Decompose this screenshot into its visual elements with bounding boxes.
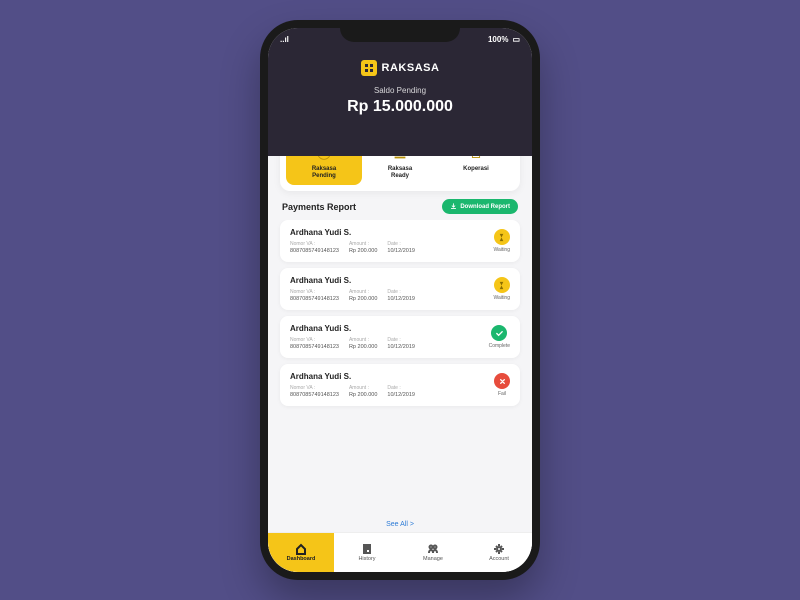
svg-text:P: P xyxy=(322,156,327,158)
report-header: Payments Report Download Report xyxy=(268,199,532,220)
notch xyxy=(340,20,460,42)
waiting-icon xyxy=(494,229,510,245)
amount-value: Rp 200.000 xyxy=(349,296,377,302)
transaction-card[interactable]: Ardhana Yudi S. Nomor VA :808708574914812… xyxy=(280,268,520,310)
fail-icon xyxy=(494,373,510,389)
va-value: 8087085749148123 xyxy=(290,248,339,254)
receipt-icon xyxy=(361,543,373,555)
report-title: Payments Report xyxy=(282,202,356,212)
status-label: Fail xyxy=(498,391,506,397)
amount-label: Amount : xyxy=(349,289,377,295)
amount-value: Rp 200.000 xyxy=(349,344,377,350)
transaction-card[interactable]: Ardhana Yudi S. Nomor VA :808708574914812… xyxy=(280,220,520,262)
logo-icon xyxy=(361,60,377,76)
date-label: Date : xyxy=(387,289,415,295)
tab-raksasa-pending[interactable]: P Raksasa Pending xyxy=(286,156,362,185)
signal-icon: ..ıl xyxy=(280,35,289,44)
nav-label: History xyxy=(358,556,375,562)
va-value: 8087085749148123 xyxy=(290,392,339,398)
brand-logo: RAKSASA xyxy=(268,60,532,76)
date-value: 10/12/2019 xyxy=(387,392,415,398)
va-label: Nomor VA : xyxy=(290,337,339,343)
nav-account[interactable]: Account xyxy=(466,533,532,572)
status-label: Waiting xyxy=(494,247,511,253)
status: Fail xyxy=(494,373,510,397)
battery-percent: 100% xyxy=(488,35,508,44)
va-label: Nomor VA : xyxy=(290,385,339,391)
nav-label: Dashboard xyxy=(287,556,316,562)
status-label: Complete xyxy=(489,343,510,349)
tab-label: Raksasa Ready xyxy=(388,166,412,179)
status: Waiting xyxy=(494,229,511,253)
nav-label: Manage xyxy=(423,556,443,562)
download-report-button[interactable]: Download Report xyxy=(442,199,518,214)
amount-label: Amount : xyxy=(349,241,377,247)
screen: ..ıl 100% ▭ RAKSASA Saldo Pending Rp 15.… xyxy=(268,28,532,572)
users-icon xyxy=(427,543,439,555)
download-report-label: Download Report xyxy=(460,204,510,210)
amount-label: Amount : xyxy=(349,337,377,343)
coin-icon: P xyxy=(315,156,333,162)
gear-icon xyxy=(493,543,505,555)
nav-label: Account xyxy=(489,556,509,562)
status-label: Waiting xyxy=(494,295,511,301)
payer-name: Ardhana Yudi S. xyxy=(290,276,494,285)
date-label: Date : xyxy=(387,337,415,343)
transaction-card[interactable]: Ardhana Yudi S. Nomor VA :808708574914812… xyxy=(280,316,520,358)
balance-value: Rp 15.000.000 xyxy=(268,98,532,116)
see-all-link[interactable]: See All > xyxy=(268,517,532,532)
payer-name: Ardhana Yudi S. xyxy=(290,324,489,333)
home-icon xyxy=(295,543,307,555)
tab-koperasi[interactable]: Koperasi xyxy=(438,156,514,185)
transaction-card[interactable]: Ardhana Yudi S. Nomor VA :808708574914812… xyxy=(280,364,520,406)
amount-value: Rp 200.000 xyxy=(349,248,377,254)
nav-dashboard[interactable]: Dashboard xyxy=(268,533,334,572)
date-value: 10/12/2019 xyxy=(387,296,415,302)
status: Waiting xyxy=(494,277,511,301)
va-value: 8087085749148123 xyxy=(290,296,339,302)
date-value: 10/12/2019 xyxy=(387,248,415,254)
va-value: 8087085749148123 xyxy=(290,344,339,350)
amount-label: Amount : xyxy=(349,385,377,391)
nav-history[interactable]: History xyxy=(334,533,400,572)
va-label: Nomor VA : xyxy=(290,289,339,295)
status: Complete xyxy=(489,325,510,349)
waiting-icon xyxy=(494,277,510,293)
brand-name: RAKSASA xyxy=(382,62,440,74)
tab-raksasa-ready[interactable]: Raksasa Ready xyxy=(362,156,438,185)
category-tabs: P Raksasa Pending Raksasa Ready Koperasi xyxy=(280,156,520,191)
payer-name: Ardhana Yudi S. xyxy=(290,372,494,381)
header: RAKSASA Saldo Pending Rp 15.000.000 xyxy=(268,50,532,156)
nav-manage[interactable]: Manage xyxy=(400,533,466,572)
balance-label: Saldo Pending xyxy=(268,86,532,95)
complete-icon xyxy=(491,325,507,341)
shop-icon xyxy=(467,156,485,162)
phone-frame: ..ıl 100% ▭ RAKSASA Saldo Pending Rp 15.… xyxy=(260,20,540,580)
payer-name: Ardhana Yudi S. xyxy=(290,228,494,237)
transactions-list: Ardhana Yudi S.Nomor VA :808708574914812… xyxy=(268,220,532,517)
date-label: Date : xyxy=(387,385,415,391)
amount-value: Rp 200.000 xyxy=(349,392,377,398)
hand-coin-icon xyxy=(391,156,409,162)
content-area: P Raksasa Pending Raksasa Ready Koperasi Pa… xyxy=(268,156,532,572)
date-value: 10/12/2019 xyxy=(387,344,415,350)
date-label: Date : xyxy=(387,241,415,247)
battery-icon: ▭ xyxy=(512,35,520,44)
va-label: Nomor VA : xyxy=(290,241,339,247)
tab-label: Koperasi xyxy=(463,166,489,173)
tab-label: Raksasa Pending xyxy=(312,166,336,179)
bottom-nav: Dashboard History Manage Account xyxy=(268,532,532,572)
